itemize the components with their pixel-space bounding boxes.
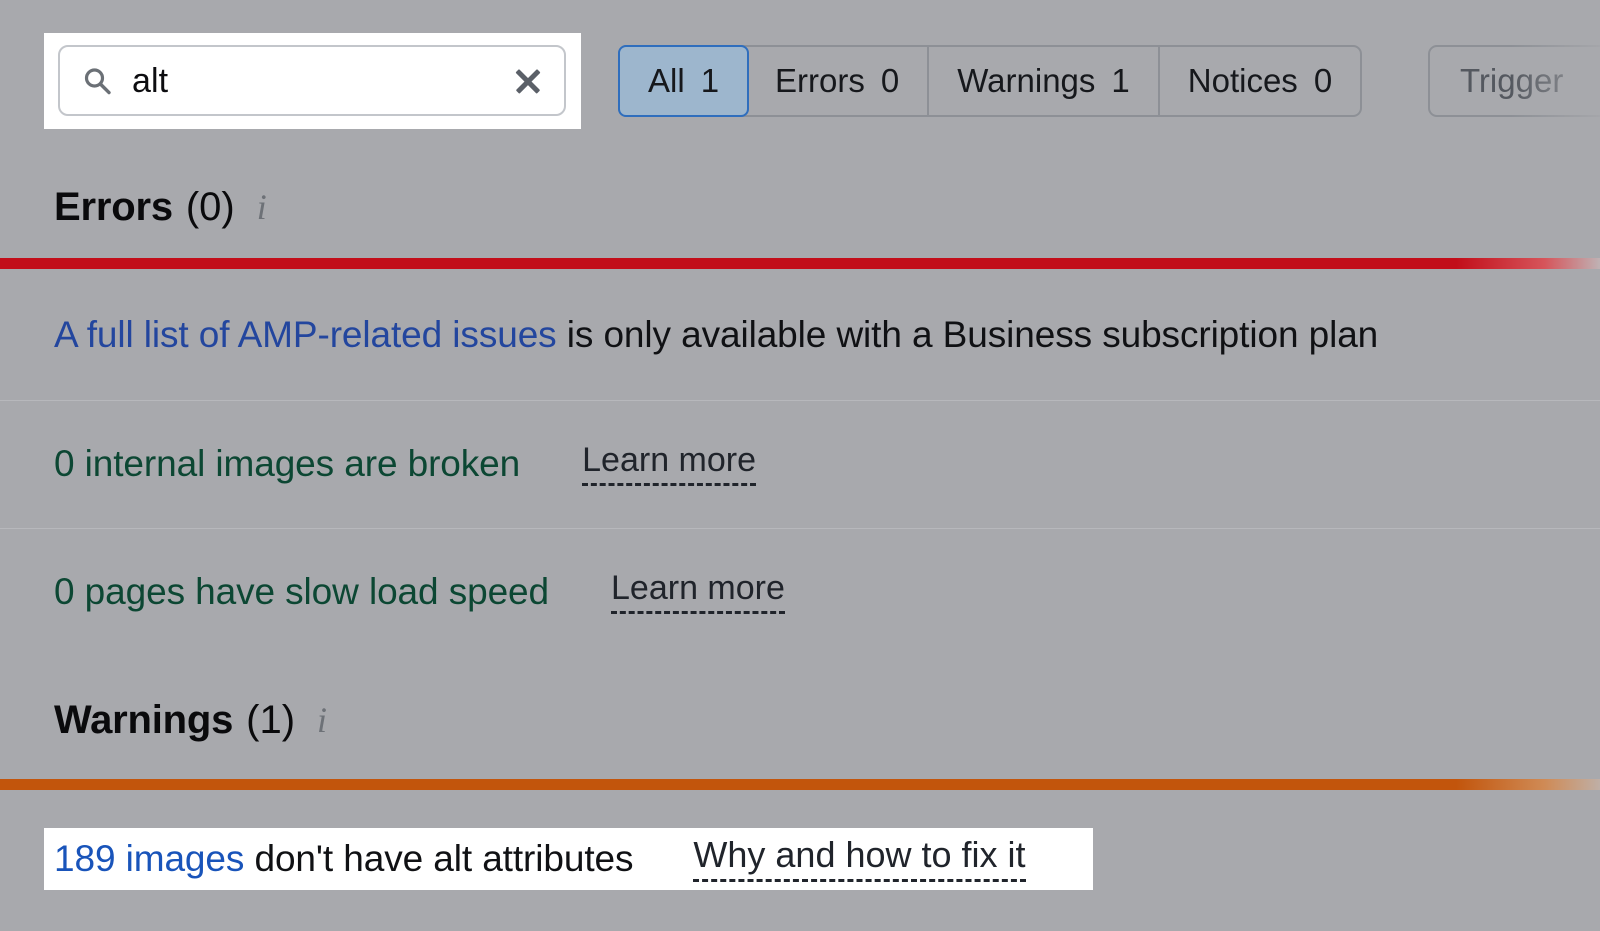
tab-errors[interactable]: Errors 0	[747, 47, 929, 115]
trigger-button-label: Trigger	[1460, 62, 1563, 100]
row-separator	[0, 528, 1600, 529]
tab-notices-label: Notices	[1188, 62, 1298, 100]
errors-accent-bar	[0, 258, 1600, 269]
amp-issues-rest: is only available with a Business subscr…	[557, 314, 1379, 355]
why-and-how-to-fix-it-link[interactable]: Why and how to fix it	[693, 836, 1025, 882]
tab-notices[interactable]: Notices 0	[1160, 47, 1360, 115]
tab-warnings-count: 1	[1111, 62, 1129, 100]
warnings-section-heading: Warnings (1) i	[54, 698, 327, 743]
trigger-button[interactable]: Trigger	[1428, 45, 1600, 117]
learn-more-link-broken-images[interactable]: Learn more	[582, 442, 756, 486]
trigger-button-clipped: Trigger	[1428, 45, 1600, 117]
learn-more-link-slow-pages[interactable]: Learn more	[611, 570, 785, 614]
tab-all-count: 1	[701, 62, 719, 100]
row-separator	[0, 400, 1600, 401]
close-icon[interactable]	[512, 65, 544, 97]
amp-issues-link[interactable]: A full list of AMP-related issues	[54, 314, 557, 355]
table-row[interactable]: 0 internal images are broken Learn more	[0, 400, 1600, 528]
tab-errors-label: Errors	[775, 62, 865, 100]
warnings-accent-bar	[0, 779, 1600, 790]
filter-toolbar: alt All 1 Errors 0 Warnings 1 Notices 0 …	[0, 0, 1600, 160]
alt-attributes-rest: don't have alt attributes	[244, 838, 633, 879]
table-row[interactable]: 189 images don't have alt attributes Why…	[54, 832, 1026, 886]
tab-notices-count: 0	[1314, 62, 1332, 100]
info-icon[interactable]: i	[317, 702, 327, 738]
tab-warnings-label: Warnings	[957, 62, 1095, 100]
warnings-heading-count: (1)	[246, 698, 295, 743]
images-count-link[interactable]: 189 images	[54, 838, 244, 879]
search-icon	[82, 66, 112, 96]
issue-filter-tabs: All 1 Errors 0 Warnings 1 Notices 0	[618, 45, 1362, 117]
tab-warnings[interactable]: Warnings 1	[929, 47, 1160, 115]
warnings-heading-title: Warnings	[54, 698, 233, 743]
error-row-amp-text: A full list of AMP-related issues is onl…	[54, 314, 1378, 356]
table-row[interactable]: 0 pages have slow load speed Learn more	[0, 528, 1600, 656]
alt-attributes-row-text: 189 images don't have alt attributes	[54, 838, 633, 880]
tab-errors-count: 0	[881, 62, 899, 100]
tab-all[interactable]: All 1	[618, 45, 749, 117]
slow-load-speed-text: 0 pages have slow load speed	[54, 571, 549, 613]
errors-heading-count: (0)	[186, 185, 235, 230]
tab-all-label: All	[648, 62, 685, 100]
errors-heading-title: Errors	[54, 185, 173, 230]
table-row[interactable]: A full list of AMP-related issues is onl…	[0, 269, 1600, 400]
info-icon[interactable]: i	[257, 189, 267, 225]
search-input-value[interactable]: alt	[132, 61, 512, 101]
search-input[interactable]: alt	[58, 45, 566, 116]
broken-images-text: 0 internal images are broken	[54, 443, 520, 485]
errors-section-heading: Errors (0) i	[54, 185, 267, 230]
